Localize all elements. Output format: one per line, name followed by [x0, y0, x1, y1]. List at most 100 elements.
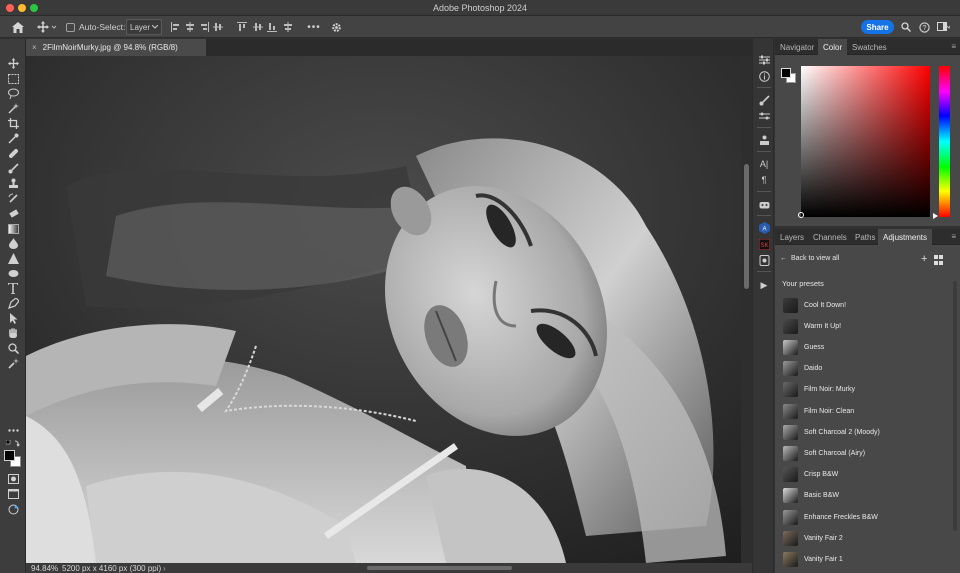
plugin-panel-button-3[interactable] [757, 253, 771, 267]
preset-item[interactable]: Vanity Fair 1 [783, 550, 948, 568]
tab-paths[interactable]: Paths [850, 229, 880, 245]
quick-mask-button[interactable] [5, 472, 21, 485]
crop-tool[interactable] [5, 117, 21, 130]
history-brush-tool[interactable] [5, 192, 21, 205]
preset-item[interactable]: Crisp B&W [783, 466, 948, 484]
history-brush-icon [8, 193, 18, 203]
preset-item[interactable]: Enhance Freckles B&W [783, 508, 948, 526]
close-document-button[interactable]: × [32, 43, 37, 52]
actions-panel-button[interactable]: ▶ [757, 278, 771, 292]
tab-navigator[interactable]: Navigator [775, 39, 819, 55]
gradient-tool[interactable] [5, 222, 21, 235]
align-bottom-edges-button[interactable] [266, 19, 278, 35]
panel-menu-icon[interactable]: ≡ [951, 42, 956, 51]
generative-tool[interactable] [5, 357, 21, 370]
color-picker-field[interactable] [801, 66, 930, 217]
add-preset-button[interactable]: + [921, 253, 927, 265]
preset-item[interactable]: Daido [783, 360, 948, 378]
preset-item[interactable]: Soft Charcoal 2 (Moody) [783, 423, 948, 441]
lasso-tool[interactable] [5, 87, 21, 100]
color-picker-marker[interactable] [798, 212, 804, 218]
workspace-button[interactable] [935, 19, 951, 35]
info-panel-button[interactable] [757, 69, 771, 83]
vertical-scroll-thumb[interactable] [744, 164, 749, 289]
adjustments-quick-button[interactable] [757, 109, 771, 123]
plugin-panel-button-2[interactable]: SK [757, 237, 771, 251]
paragraph-panel-button[interactable]: ¶ [757, 173, 771, 187]
preset-item[interactable]: Guess [783, 338, 948, 356]
edit-toolbar-button[interactable] [5, 424, 21, 437]
foreground-color-swatch[interactable] [4, 450, 15, 461]
tab-color[interactable]: Color [818, 39, 848, 55]
preset-item[interactable]: Film Noir: Murky [783, 381, 948, 399]
align-horizontal-centers-button[interactable] [184, 19, 196, 35]
pen-tool[interactable] [5, 267, 21, 280]
home-button[interactable] [10, 19, 26, 35]
document-tab[interactable]: × 2FilmNoirMurky.jpg @ 94.8% (RGB/8) [26, 39, 206, 56]
properties-panel-button[interactable] [757, 53, 771, 67]
back-to-view-all-button[interactable]: ← Back to view all [780, 255, 839, 262]
brush-settings-button[interactable] [757, 93, 771, 107]
align-top-edges-button[interactable] [236, 19, 248, 35]
vertical-scrollbar[interactable] [741, 56, 752, 563]
preset-label: Guess [804, 343, 825, 351]
move-tool-preset-button[interactable] [34, 19, 60, 35]
marquee-tool[interactable] [5, 72, 21, 85]
preset-item[interactable]: Soft Charcoal (Airy) [783, 444, 948, 462]
clone-stamp-tool[interactable] [5, 177, 21, 190]
object-selection-tool[interactable] [5, 102, 21, 115]
settings-button[interactable] [328, 19, 344, 35]
align-right-edges-button[interactable] [198, 19, 210, 35]
distribute-horizontal-button[interactable] [212, 19, 224, 35]
foreground-color-chip[interactable] [781, 68, 791, 78]
hue-slider[interactable] [939, 66, 950, 217]
move-tool[interactable] [5, 57, 21, 70]
tab-adjustments[interactable]: Adjustments [878, 229, 933, 245]
document-title: 2FilmNoirMurky.jpg @ 94.8% (RGB/8) [42, 43, 178, 52]
more-options-button[interactable]: ••• [306, 19, 322, 35]
tools-panel [0, 39, 26, 573]
status-menu-button[interactable]: › [163, 564, 166, 573]
preset-item[interactable]: Basic B&W [783, 487, 948, 505]
adjustments-scrollbar[interactable] [953, 281, 957, 531]
default-colors-button[interactable] [5, 437, 21, 450]
align-left-edges-button[interactable] [170, 19, 182, 35]
clone-source-button[interactable] [757, 133, 771, 147]
character-panel-button[interactable]: A| [757, 157, 771, 171]
eraser-tool[interactable] [5, 207, 21, 220]
preset-item[interactable]: Cool It Down! [783, 296, 948, 314]
help-button[interactable]: ? [917, 19, 931, 35]
auto-select-checkbox[interactable] [66, 23, 75, 32]
eyedropper-tool[interactable] [5, 132, 21, 145]
direct-selection-tool[interactable] [5, 312, 21, 325]
preset-item[interactable]: Warm It Up! [783, 317, 948, 335]
zoom-tool[interactable] [5, 342, 21, 355]
zoom-level[interactable]: 94.84% [31, 564, 58, 573]
search-button[interactable] [899, 19, 913, 35]
align-vertical-centers-button[interactable] [252, 19, 264, 35]
share-for-review-button[interactable] [5, 503, 21, 516]
auto-select-target-dropdown[interactable]: Layer [126, 19, 162, 35]
type-tool[interactable] [5, 282, 21, 295]
plugin-panel-button[interactable]: A [757, 221, 771, 235]
dodge-tool[interactable] [5, 252, 21, 265]
preset-item[interactable]: Film Noir: Clean [783, 402, 948, 420]
screen-mode-button[interactable] [5, 487, 21, 500]
tab-channels[interactable]: Channels [808, 229, 852, 245]
tab-layers[interactable]: Layers [775, 229, 809, 245]
brush-tool[interactable] [5, 162, 21, 175]
preset-item[interactable]: Vanity Fair 2 [783, 529, 948, 547]
share-button[interactable]: Share [861, 20, 894, 34]
blur-tool[interactable] [5, 237, 21, 250]
hue-slider-handle[interactable] [933, 213, 938, 219]
glyphs-panel-button[interactable] [757, 197, 771, 211]
document-canvas[interactable] [26, 56, 741, 563]
horizontal-scroll-thumb[interactable] [367, 566, 512, 570]
hand-tool[interactable] [5, 327, 21, 340]
grid-view-icon[interactable] [934, 255, 944, 265]
spot-healing-tool[interactable] [5, 147, 21, 160]
panel-menu-icon[interactable]: ≡ [951, 232, 956, 241]
tab-swatches[interactable]: Swatches [847, 39, 892, 55]
path-selection-tool[interactable] [5, 297, 21, 310]
distribute-vertical-button[interactable] [282, 19, 294, 35]
